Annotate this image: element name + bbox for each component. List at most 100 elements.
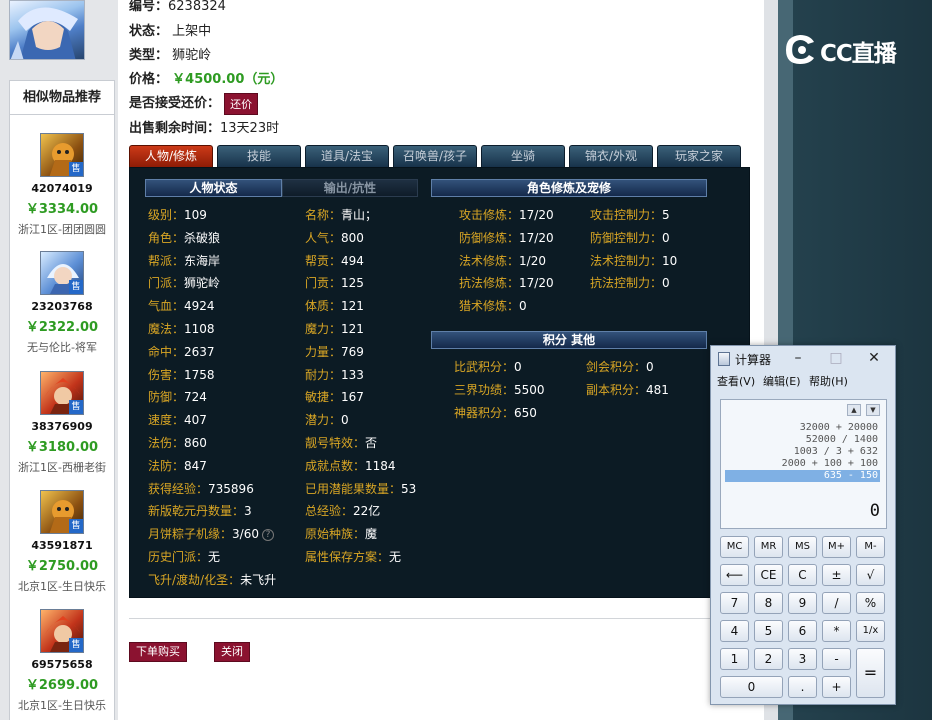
stat-label: 潜力： bbox=[305, 413, 342, 428]
menu-edit[interactable]: 编辑(E) bbox=[763, 373, 801, 389]
tab-items[interactable]: 道具/法宝 bbox=[305, 145, 389, 167]
digit-4-button[interactable]: 4 bbox=[720, 620, 749, 642]
backspace-button[interactable]: ⟵ bbox=[720, 564, 749, 586]
section-header-output[interactable]: 输出/抗性 bbox=[282, 179, 418, 197]
similar-items-panel: 相似物品推荐 售 42074019 ￥3334.00 浙江1区-团团圆圆 售 2… bbox=[9, 80, 115, 720]
digit-9-button[interactable]: 9 bbox=[788, 592, 817, 614]
digit-3-button[interactable]: 3 bbox=[788, 648, 817, 670]
ms-button[interactable]: MS bbox=[788, 536, 817, 558]
tab-home[interactable]: 玩家之家 bbox=[657, 145, 741, 167]
stat-label: 级别： bbox=[148, 208, 185, 222]
digit-7-button[interactable]: 7 bbox=[720, 592, 749, 614]
digit-5-button[interactable]: 5 bbox=[754, 620, 783, 642]
stat-value: 53 bbox=[401, 481, 417, 496]
similar-item[interactable]: 售 23203768 ￥2322.00 无与伦比-将军 bbox=[10, 251, 114, 369]
stat-row: 获得经验：735896 bbox=[148, 480, 254, 497]
similar-item[interactable]: 售 69575658 ￥2699.00 北京1区-生日快乐 bbox=[10, 609, 114, 720]
mc-button[interactable]: MC bbox=[720, 536, 749, 558]
digit-6-button[interactable]: 6 bbox=[788, 620, 817, 642]
tab-summons[interactable]: 召唤兽/孩子 bbox=[393, 145, 477, 167]
stat-label: 新版乾元丹数量： bbox=[148, 504, 245, 519]
clear-button[interactable]: C bbox=[788, 564, 817, 586]
item-thumbnail[interactable]: 售 bbox=[40, 251, 84, 295]
m-minus-button[interactable]: M- bbox=[856, 536, 885, 558]
digit-2-button[interactable]: 2 bbox=[754, 648, 783, 670]
sale-badge: 售 bbox=[69, 638, 83, 652]
calculator-display: ▲ ▼ 32000 + 20000 52000 / 1400 1003 / 3 … bbox=[720, 399, 887, 529]
m-plus-button[interactable]: M+ bbox=[822, 536, 851, 558]
sale-badge: 售 bbox=[69, 400, 83, 414]
clear-entry-button[interactable]: CE bbox=[754, 564, 783, 586]
reciprocal-button[interactable]: 1/x bbox=[856, 620, 885, 642]
equals-button[interactable]: = bbox=[856, 648, 885, 698]
tab-skills[interactable]: 技能 bbox=[217, 145, 301, 167]
stat-row: 神器积分：650 bbox=[454, 404, 537, 421]
stat-value: 494 bbox=[341, 253, 364, 268]
sqrt-button[interactable]: √ bbox=[856, 564, 885, 586]
calculator-titlebar[interactable]: 计算器 – □ ✕ bbox=[711, 346, 895, 372]
stat-row: 敏捷：167 bbox=[305, 388, 364, 405]
item-thumbnail[interactable]: 售 bbox=[40, 371, 84, 415]
stat-row: 历史门派：无 bbox=[148, 548, 220, 565]
stat-value: 杀破狼 bbox=[184, 230, 221, 245]
main-content: 编号：6238324 状态： 上架中 类型： 狮驼岭 价格： ￥4500.00（… bbox=[118, 0, 764, 720]
help-icon[interactable]: ? bbox=[261, 528, 274, 541]
mr-button[interactable]: MR bbox=[754, 536, 783, 558]
tab-mounts[interactable]: 坐骑 bbox=[481, 145, 565, 167]
history-up-icon[interactable]: ▲ bbox=[847, 404, 861, 416]
tab-character[interactable]: 人物/修炼 bbox=[129, 145, 213, 167]
item-thumbnail[interactable]: 售 bbox=[40, 609, 84, 653]
multiply-button[interactable]: * bbox=[822, 620, 851, 642]
stat-label: 伤害： bbox=[148, 367, 185, 382]
close-icon[interactable]: ✕ bbox=[861, 348, 887, 368]
order-button[interactable]: 下单购买 bbox=[129, 642, 187, 662]
similar-item[interactable]: 售 42074019 ￥3334.00 浙江1区-团团圆圆 bbox=[10, 133, 114, 251]
stat-row: 级别：109 bbox=[148, 206, 207, 223]
divide-button[interactable]: / bbox=[822, 592, 851, 614]
stat-value: 22亿 bbox=[353, 504, 381, 519]
section-header-status[interactable]: 人物状态 bbox=[145, 179, 282, 197]
similar-item[interactable]: 售 38376909 ￥3180.00 浙江1区-西栅老街 bbox=[10, 371, 114, 489]
history-line[interactable]: 2000 + 100 + 100 bbox=[725, 458, 880, 470]
bargain-button[interactable]: 还价 bbox=[224, 92, 259, 115]
item-server: 浙江1区-西栅老街 bbox=[18, 461, 106, 474]
stat-row: 月饼粽子机缘：3/60? bbox=[148, 525, 274, 542]
menu-view[interactable]: 查看(V) bbox=[717, 373, 755, 389]
stat-value: 17/20 bbox=[519, 230, 554, 245]
stat-row: 帮贡：494 bbox=[305, 252, 364, 269]
time-left-label: 出售剩余时间： bbox=[129, 121, 221, 136]
negate-button[interactable]: ± bbox=[822, 564, 851, 586]
subtract-button[interactable]: - bbox=[822, 648, 851, 670]
stat-label: 剑会积分： bbox=[586, 360, 647, 374]
history-line[interactable]: 1003 / 3 + 632 bbox=[725, 446, 880, 458]
stat-row: 攻击修炼：17/20 bbox=[459, 206, 554, 223]
add-button[interactable]: + bbox=[822, 676, 851, 698]
percent-button[interactable]: % bbox=[856, 592, 885, 614]
digit-8-button[interactable]: 8 bbox=[754, 592, 783, 614]
stat-row: 魔法：1108 bbox=[148, 320, 215, 337]
history-down-icon[interactable]: ▼ bbox=[866, 404, 880, 416]
minimize-icon[interactable]: – bbox=[785, 348, 811, 368]
stat-value: 121 bbox=[341, 322, 364, 336]
stat-row: 伤害：1758 bbox=[148, 366, 215, 383]
history-line-selected[interactable]: 635 - 150 bbox=[725, 470, 880, 482]
decimal-button[interactable]: . bbox=[788, 676, 817, 698]
type-label: 类型： bbox=[129, 48, 169, 63]
item-thumbnail[interactable]: 售 bbox=[40, 133, 84, 177]
stat-value: 724 bbox=[184, 390, 207, 405]
tab-outfits[interactable]: 锦衣/外观 bbox=[569, 145, 653, 167]
digit-1-button[interactable]: 1 bbox=[720, 648, 749, 670]
digit-0-button[interactable]: 0 bbox=[720, 676, 783, 698]
type-value: 狮驼岭 bbox=[172, 48, 212, 63]
item-thumbnail[interactable]: 售 bbox=[40, 490, 84, 534]
calculator-window[interactable]: 计算器 – □ ✕ 查看(V) 编辑(E) 帮助(H) ▲ ▼ 32000 + … bbox=[710, 345, 896, 705]
similar-item[interactable]: 售 43591871 ￥2750.00 北京1区-生日快乐 bbox=[10, 490, 114, 608]
stat-value: 2637 bbox=[184, 344, 215, 359]
menu-help[interactable]: 帮助(H) bbox=[809, 373, 848, 389]
stat-label: 成就点数： bbox=[305, 458, 366, 473]
close-button[interactable]: 关闭 bbox=[214, 642, 250, 662]
stat-row: 门派：狮驼岭 bbox=[148, 274, 220, 291]
maximize-icon[interactable]: □ bbox=[823, 348, 849, 368]
history-line[interactable]: 52000 / 1400 bbox=[725, 434, 880, 446]
history-line[interactable]: 32000 + 20000 bbox=[725, 422, 880, 434]
